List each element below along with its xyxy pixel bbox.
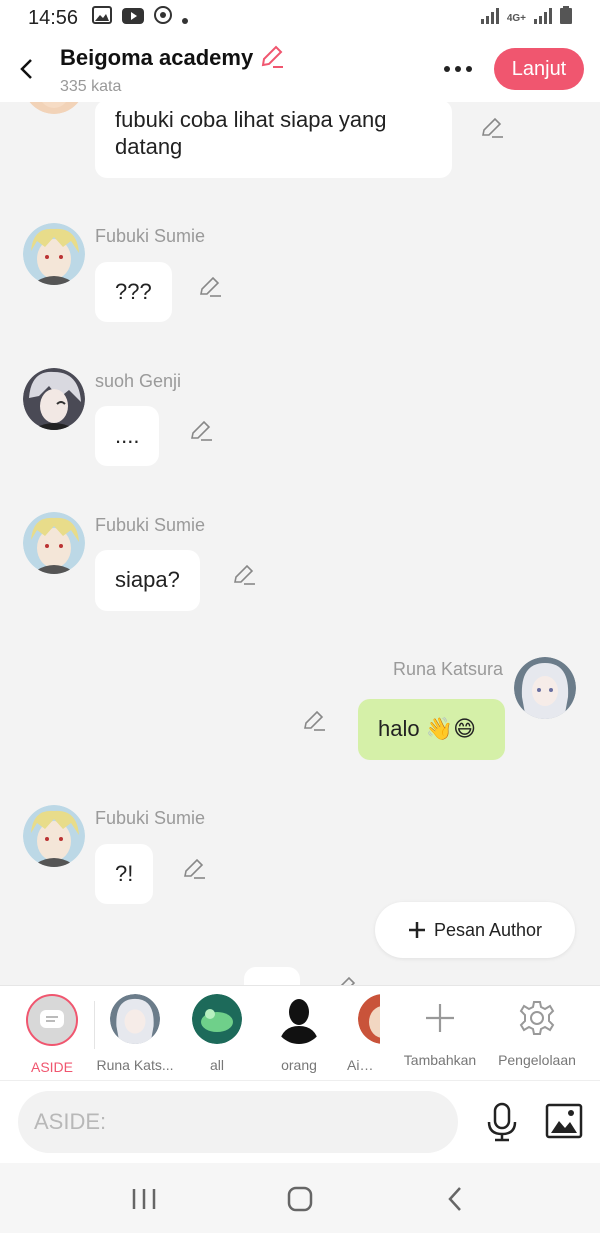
silhouette-icon <box>279 999 319 1044</box>
home-button[interactable] <box>280 1181 320 1217</box>
avatar[interactable] <box>23 512 85 574</box>
status-time: 14:56 <box>28 6 79 29</box>
battery-icon <box>560 6 572 30</box>
signal-icon <box>480 7 499 30</box>
pencil-icon[interactable] <box>182 856 206 880</box>
avatar[interactable] <box>514 657 576 719</box>
input-bar <box>0 1080 600 1163</box>
more-options-button[interactable] <box>438 54 478 84</box>
gear-icon <box>519 1001 555 1035</box>
pencil-icon[interactable] <box>480 115 504 139</box>
author-message-label: Pesan Author <box>433 919 543 940</box>
message-bubble[interactable]: siapa? <box>95 550 200 611</box>
next-button[interactable]: Lanjut <box>494 48 584 90</box>
home-icon <box>287 1186 313 1212</box>
message-bubble[interactable]: fubuki coba lihat siapa yang datang <box>95 102 452 178</box>
dot-icon <box>182 7 189 30</box>
pencil-icon[interactable] <box>189 418 213 442</box>
avatar[interactable] <box>23 223 85 285</box>
avatar[interactable] <box>23 805 85 867</box>
avatar <box>110 994 160 1044</box>
pencil-icon[interactable] <box>232 562 256 586</box>
character-aiga[interactable]: Aiga A <box>341 994 380 1073</box>
pencil-icon[interactable] <box>334 974 358 985</box>
recent-apps-icon <box>132 1189 156 1209</box>
message-input[interactable] <box>18 1091 458 1153</box>
character-bar: ASIDE Runa Kats... all orang Aiga A Tamb… <box>0 985 600 1080</box>
avatar[interactable] <box>23 102 85 114</box>
image-button[interactable] <box>545 1103 583 1139</box>
character-label: ASIDE <box>30 1059 73 1075</box>
pencil-icon[interactable] <box>198 274 222 298</box>
network-type: 4G+ <box>506 12 526 24</box>
sender-name: Fubuki Sumie <box>95 808 206 828</box>
message-bubble-mine[interactable]: halo 👋😄 <box>358 699 505 760</box>
more-icon <box>444 66 472 72</box>
back-icon <box>20 59 32 79</box>
voice-button[interactable] <box>484 1102 520 1142</box>
avatar <box>192 994 242 1044</box>
status-bar: 14:56 4G+ <box>0 0 600 36</box>
youtube-notification-icon <box>122 7 145 30</box>
back-nav-button[interactable] <box>436 1181 476 1217</box>
sender-name: Fubuki Sumie <box>95 226 206 246</box>
back-button[interactable] <box>6 49 46 89</box>
manage-label: Pengelolaan <box>498 1052 576 1068</box>
add-character-button[interactable]: Tambahkan <box>402 998 478 1068</box>
story-title[interactable]: Beigoma academy <box>60 45 253 71</box>
character-all[interactable]: all <box>177 994 257 1073</box>
app-header: Beigoma academy 335 kata Lanjut <box>0 36 600 102</box>
avatar[interactable] <box>23 368 85 430</box>
back-nav-icon <box>448 1187 461 1211</box>
character-aside[interactable]: ASIDE <box>12 994 92 1075</box>
sender-name: suoh Genji <box>95 371 182 391</box>
chrome-notification-icon <box>154 6 173 30</box>
author-message-button[interactable]: Pesan Author <box>375 902 575 958</box>
chat-bubble-icon <box>40 1010 64 1028</box>
character-label: orang <box>281 1057 317 1073</box>
avatar <box>274 994 324 1044</box>
signal-icon-2 <box>534 7 552 30</box>
character-orang[interactable]: orang <box>259 994 339 1073</box>
gallery-notification-icon <box>92 6 113 30</box>
system-nav-bar <box>0 1163 600 1233</box>
message-bubble[interactable]: ??? <box>95 262 172 322</box>
edit-title-pencil-icon[interactable] <box>259 43 285 74</box>
manage-button[interactable]: Pengelolaan <box>498 998 576 1068</box>
character-runa[interactable]: Runa Kats... <box>95 994 175 1073</box>
plus-icon <box>408 922 425 938</box>
chat-area[interactable]: fubuki coba lihat siapa yang datang Fubu… <box>0 102 600 985</box>
image-icon <box>545 1103 583 1139</box>
recent-apps-button[interactable] <box>124 1181 164 1217</box>
sender-name: Runa Katsura <box>393 659 504 679</box>
message-bubble[interactable]: .... <box>95 406 160 466</box>
word-count: 335 kata <box>60 77 122 95</box>
avatar <box>358 994 380 1044</box>
plus-icon <box>426 1004 454 1032</box>
aside-avatar <box>26 994 78 1046</box>
mic-icon <box>487 1102 517 1142</box>
pencil-icon[interactable] <box>302 708 326 732</box>
message-bubble[interactable]: ?! <box>95 844 154 904</box>
character-label: Runa Kats... <box>96 1057 174 1073</box>
character-label: Aiga A <box>347 1057 380 1073</box>
message-bubble-partial[interactable] <box>244 967 300 985</box>
add-label: Tambahkan <box>403 1052 477 1068</box>
character-label: all <box>209 1057 224 1073</box>
sender-name: Fubuki Sumie <box>95 515 206 535</box>
